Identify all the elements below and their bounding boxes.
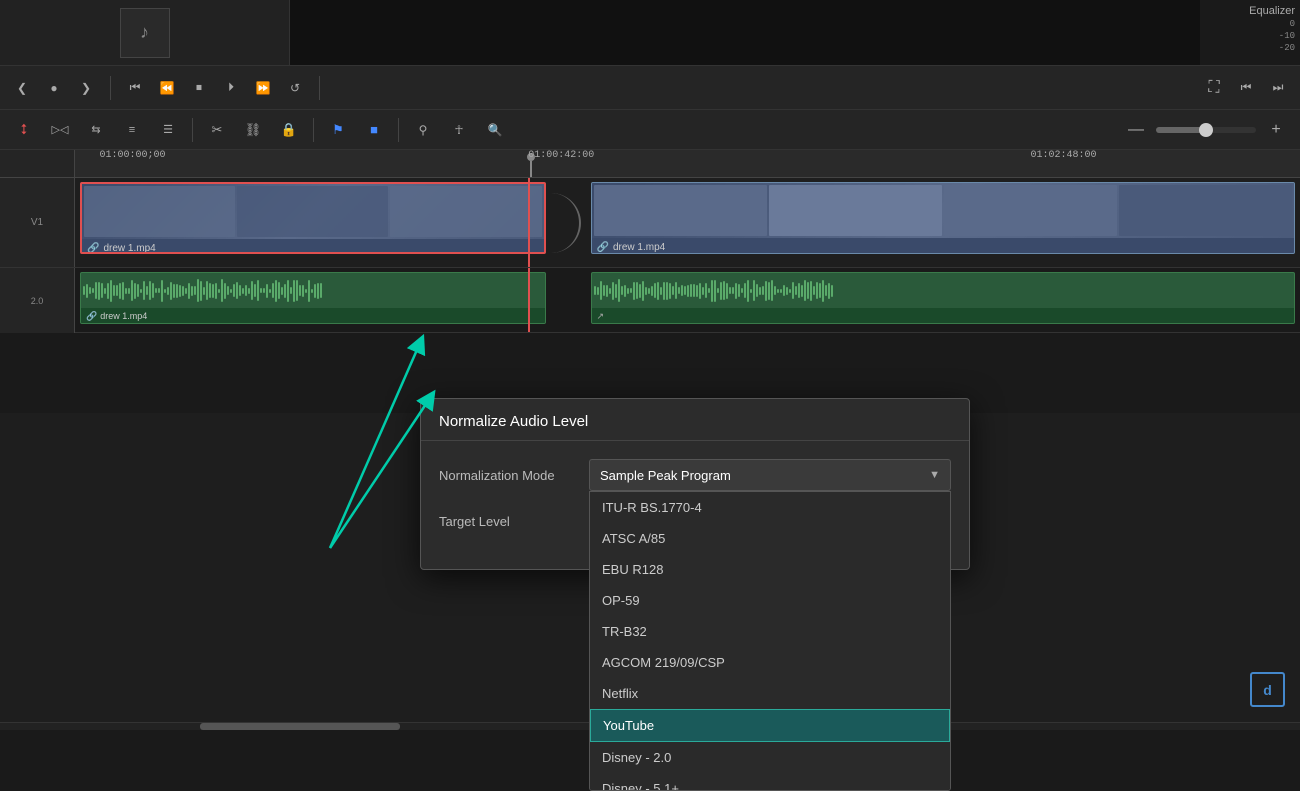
slip-tool[interactable]: ⇆: [80, 115, 112, 145]
zoom-fit-tool[interactable]: ☥: [443, 115, 475, 145]
option-op59[interactable]: OP-59: [590, 585, 950, 616]
tool-sep2: [313, 118, 314, 142]
prev-frame-btn[interactable]: ⏪: [155, 76, 179, 100]
link-tool[interactable]: ⛓: [237, 115, 269, 145]
normalize-dialog: Normalize Audio Level Normalization Mode…: [420, 398, 970, 570]
normalization-mode-row: Normalization Mode Sample Peak Program ▼…: [439, 459, 951, 491]
eq-scale: 0 -10 -20: [1279, 19, 1295, 53]
color-marker-tool[interactable]: ■: [358, 115, 390, 145]
equalizer-panel: Equalizer 0 -10 -20: [1200, 0, 1300, 65]
target-level-label: Target Level: [439, 514, 579, 529]
zoom-slider-thumb[interactable]: [1199, 123, 1213, 137]
ruler-mark-2: 01:00:42:00: [528, 150, 594, 161]
zoom-plus-btn[interactable]: +: [1260, 115, 1292, 145]
zoom-in-tool[interactable]: 🔍: [479, 115, 511, 145]
normalization-mode-dropdown[interactable]: ITU-R BS.1770-4 ATSC A/85 EBU R128 OP-59…: [589, 491, 951, 791]
transport-bar: ❮ ● ❯ ⏮ ⏪ ⏹ ⏵ ⏩ ↺ ⛶ ⏮ ⏭: [0, 65, 1300, 110]
dropdown-chevron: ▼: [929, 469, 940, 481]
loop-btn[interactable]: ↺: [283, 76, 307, 100]
razor-tool[interactable]: ✂: [201, 115, 233, 145]
option-itu-r[interactable]: ITU-R BS.1770-4: [590, 492, 950, 523]
timeline-ruler: 01:00:00;00 01:00:42:00 01:02:48:00: [0, 150, 1300, 178]
nav-prev-btn[interactable]: ❮: [10, 76, 34, 100]
option-tr-b32[interactable]: TR-B32: [590, 616, 950, 647]
option-agcom[interactable]: AGCOM 219/09/CSP: [590, 647, 950, 678]
dialog-body: Normalization Mode Sample Peak Program ▼…: [421, 441, 969, 569]
option-disney-51[interactable]: Disney - 5.1+: [590, 773, 950, 791]
scroll-thumb[interactable]: [200, 723, 400, 730]
nav-dot-btn[interactable]: ●: [42, 76, 66, 100]
toolbar: ⭥ ▷◁ ⇆ ≡ ☰ ✂ ⛓ 🔒 ⚑ ■ ⚲ ☥ 🔍 — +: [0, 110, 1300, 150]
nav-next-btn[interactable]: ❯: [74, 76, 98, 100]
tool-sep3: [398, 118, 399, 142]
option-netflix[interactable]: Netflix: [590, 678, 950, 709]
normalization-mode-label: Normalization Mode: [439, 468, 579, 483]
stop-btn[interactable]: ⏹: [187, 76, 211, 100]
roll-tool[interactable]: ≡: [116, 115, 148, 145]
dialog-overlay: Normalize Audio Level Normalization Mode…: [0, 178, 1300, 722]
normalization-mode-select[interactable]: Sample Peak Program ▼: [589, 459, 951, 491]
skip-start-btn[interactable]: ⏮: [123, 76, 147, 100]
ruler-mark-1: 01:00:00;00: [100, 150, 166, 161]
equalizer-label: Equalizer: [1249, 5, 1295, 17]
select-tool[interactable]: ⭥: [8, 115, 40, 145]
option-disney-20[interactable]: Disney - 2.0: [590, 742, 950, 773]
option-ebu[interactable]: EBU R128: [590, 554, 950, 585]
lock-tool[interactable]: 🔒: [273, 115, 305, 145]
ripple-tool[interactable]: ☰: [152, 115, 184, 145]
media-icon: ♪: [120, 8, 170, 58]
tracks-area: V1 🔗 drew 1.mp4: [0, 178, 1300, 722]
preview-main: [290, 0, 1200, 65]
selected-mode-value: Sample Peak Program: [600, 468, 731, 483]
zoom-out-tool[interactable]: ⚲: [407, 115, 439, 145]
tool-sep1: [192, 118, 193, 142]
sep2: [319, 76, 320, 100]
fullscreen-btn[interactable]: ⛶: [1202, 76, 1226, 100]
ruler-mark-3: 01:02:48:00: [1031, 150, 1097, 161]
zoom-minus-btn[interactable]: —: [1120, 115, 1152, 145]
zoom-slider-track: [1156, 127, 1256, 133]
preview-panel-left: ♪: [0, 0, 290, 65]
sep1: [110, 76, 111, 100]
dialog-title: Normalize Audio Level: [421, 399, 969, 441]
option-youtube[interactable]: YouTube: [590, 709, 950, 742]
option-atsc[interactable]: ATSC A/85: [590, 523, 950, 554]
marker-tool[interactable]: ⚑: [322, 115, 354, 145]
play-btn[interactable]: ⏵: [219, 76, 243, 100]
next-edit-btn[interactable]: ⏭: [1266, 76, 1290, 100]
prev-edit-btn[interactable]: ⏮: [1234, 76, 1258, 100]
normalization-mode-select-wrapper: Sample Peak Program ▼ ITU-R BS.1770-4 AT…: [589, 459, 951, 491]
next-frame-btn[interactable]: ⏩: [251, 76, 275, 100]
trim-tool[interactable]: ▷◁: [44, 115, 76, 145]
